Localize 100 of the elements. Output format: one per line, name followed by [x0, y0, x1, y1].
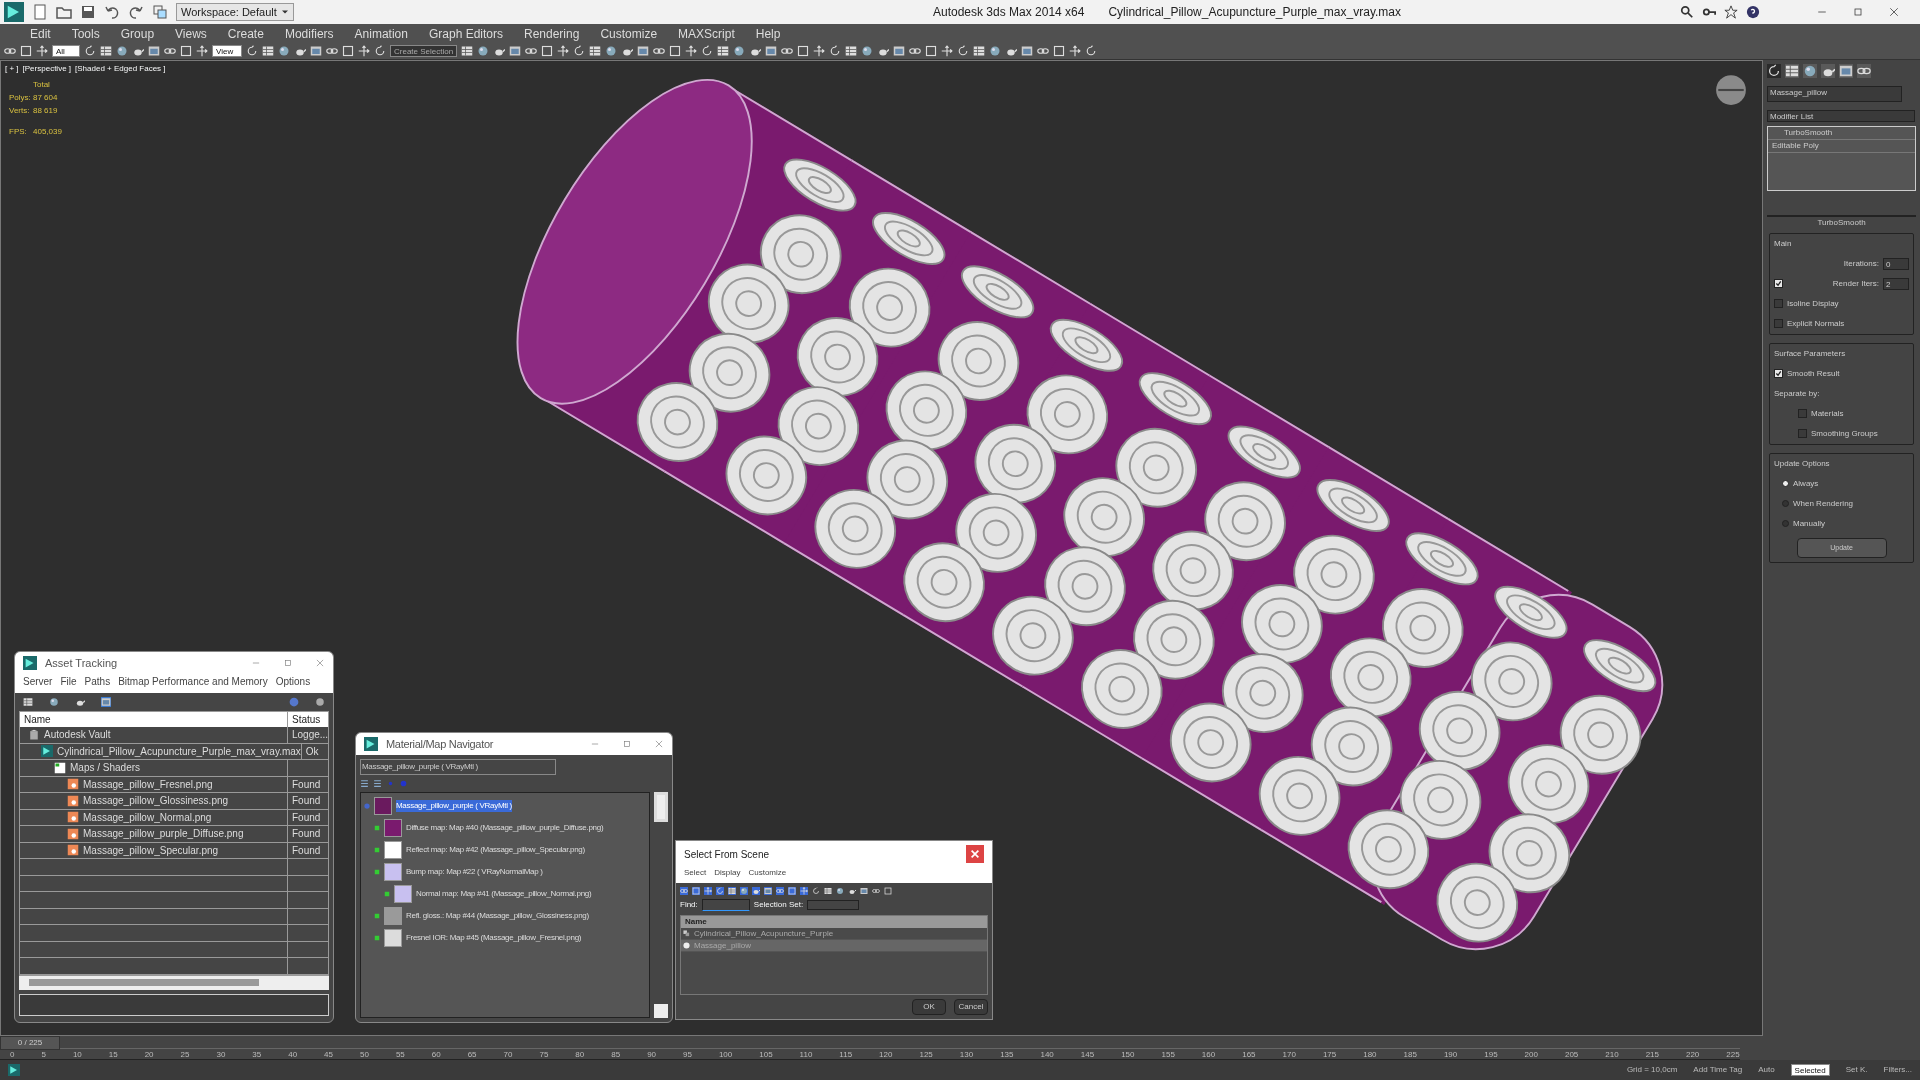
- checkbox[interactable]: [1798, 409, 1807, 419]
- checkbox[interactable]: [1774, 299, 1783, 309]
- rotate-icon[interactable]: [374, 45, 386, 58]
- sphere-icon[interactable]: [740, 887, 748, 895]
- window-icon[interactable]: [1021, 45, 1034, 58]
- spinner-field[interactable]: 2: [1883, 277, 1909, 290]
- link-icon[interactable]: [1857, 63, 1871, 78]
- window-icon[interactable]: [637, 45, 650, 58]
- material-tree-item[interactable]: Fresnel IOR: Map #45 (Massage_pillow_Fresnel.png): [406, 932, 582, 944]
- find-field[interactable]: [701, 899, 750, 911]
- rotate-icon[interactable]: [829, 45, 842, 58]
- grid-icon[interactable]: [100, 45, 112, 58]
- modifier-list-dropdown[interactable]: Modifier List: [1767, 109, 1915, 122]
- grid-icon[interactable]: [973, 45, 986, 58]
- window-icon[interactable]: [893, 45, 906, 58]
- move-arrows-icon[interactable]: [685, 45, 698, 58]
- grid-icon[interactable]: [23, 697, 33, 707]
- rotate-icon[interactable]: [701, 45, 714, 58]
- window-icon[interactable]: [765, 45, 778, 58]
- rotate-icon[interactable]: [957, 45, 970, 58]
- grid-icon[interactable]: [824, 887, 832, 895]
- move-arrows-icon[interactable]: [813, 45, 826, 58]
- window-icon[interactable]: [860, 887, 868, 895]
- menu-item[interactable]: Views: [175, 24, 207, 43]
- checkbox[interactable]: [1798, 429, 1807, 439]
- asset-name[interactable]: Massage_pillow_Fresnel.png: [83, 776, 213, 792]
- filters-button[interactable]: Filters...: [1883, 1064, 1912, 1076]
- material-tree-item[interactable]: Bump map: Map #22 ( VRayNormalMap ): [406, 866, 543, 878]
- move-arrows-icon[interactable]: [1069, 45, 1082, 58]
- rotate-icon[interactable]: [246, 45, 258, 58]
- menu-item[interactable]: File: [60, 674, 77, 689]
- workspace-dropdown[interactable]: Workspace: Default: [176, 2, 294, 21]
- window-icon[interactable]: [101, 697, 111, 707]
- radio-button[interactable]: [1782, 500, 1789, 508]
- link-icon[interactable]: [872, 887, 880, 895]
- square-icon[interactable]: [541, 45, 554, 58]
- rotate-icon[interactable]: [573, 45, 586, 58]
- checkbox[interactable]: [1774, 279, 1783, 289]
- teapot-icon[interactable]: [848, 887, 856, 895]
- dialog-button[interactable]: Cancel: [954, 999, 988, 1015]
- spinner-field[interactable]: 0: [1883, 257, 1909, 270]
- asset-name[interactable]: Massage_pillow_purple_Diffuse.png: [83, 826, 244, 842]
- menu-item[interactable]: Server: [23, 674, 53, 689]
- menu-item[interactable]: Edit: [30, 24, 51, 43]
- move-arrows-icon[interactable]: [941, 45, 954, 58]
- menu-item[interactable]: Animation: [354, 24, 408, 43]
- viewport-label[interactable]: [Shaded + Edged Faces ]: [75, 62, 166, 75]
- asset-name[interactable]: Autodesk Vault: [44, 727, 111, 743]
- square-icon[interactable]: [342, 45, 354, 58]
- square-icon[interactable]: [884, 887, 892, 895]
- grid-icon[interactable]: [845, 45, 858, 58]
- asset-name[interactable]: Cylindrical_Pillow_Acupuncture_Purple_max_vray.max: [57, 743, 301, 759]
- menu-item[interactable]: Create: [227, 24, 264, 43]
- square-icon[interactable]: [669, 45, 682, 58]
- column-header[interactable]: Status: [288, 712, 328, 727]
- window-icon[interactable]: [310, 45, 322, 58]
- teapot-icon[interactable]: [75, 697, 85, 707]
- sphere-icon[interactable]: [477, 45, 490, 58]
- asset-name[interactable]: Massage_pillow_Specular.png: [83, 842, 219, 858]
- grid-icon[interactable]: [1785, 63, 1799, 78]
- square-icon[interactable]: [797, 45, 810, 58]
- menu-item[interactable]: Graph Editors: [428, 24, 503, 43]
- grid-icon[interactable]: [589, 45, 602, 58]
- square-icon[interactable]: [180, 45, 192, 58]
- square-icon[interactable]: [20, 45, 32, 58]
- grid-icon[interactable]: [728, 887, 736, 895]
- column-header[interactable]: Name: [20, 712, 288, 727]
- menu-item[interactable]: Help: [755, 24, 781, 43]
- star-icon[interactable]: [1724, 4, 1738, 19]
- material-tree-item[interactable]: Diffuse map: Map #40 (Massage_pillow_purple_Diffuse.png): [406, 822, 604, 834]
- rollout-header[interactable]: TurboSmooth: [1767, 214, 1916, 229]
- scrollbar-thumb[interactable]: [654, 792, 668, 822]
- sphere-icon[interactable]: [49, 697, 59, 707]
- menu-item[interactable]: Paths: [84, 674, 111, 689]
- modifier-stack-item[interactable]: Editable Poly: [1768, 139, 1915, 153]
- close-icon[interactable]: [1888, 5, 1900, 18]
- list-icon[interactable]: [360, 779, 369, 788]
- set-key-button[interactable]: Set K.: [1845, 1064, 1868, 1076]
- scrollbar-thumb[interactable]: [29, 978, 259, 986]
- viewport-label[interactable]: [ + ]: [5, 62, 19, 75]
- search-icon[interactable]: [1680, 4, 1694, 19]
- move-arrows-icon[interactable]: [36, 45, 48, 58]
- selection-dropdown[interactable]: Selected: [1790, 1064, 1830, 1076]
- column-header[interactable]: Name: [681, 916, 987, 928]
- checkbox[interactable]: [1774, 369, 1783, 379]
- checkbox[interactable]: [1774, 319, 1783, 329]
- window-icon[interactable]: [764, 887, 772, 895]
- frame-slider[interactable]: 0 / 225: [0, 1036, 60, 1050]
- auto-key-button[interactable]: Auto: [1758, 1064, 1775, 1076]
- dropdown[interactable]: All: [52, 45, 80, 58]
- material-tree-item[interactable]: Normal map: Map #41 (Massage_pillow_Normal.png): [416, 888, 592, 900]
- menu-item[interactable]: Select: [684, 867, 707, 879]
- sphere-icon[interactable]: [605, 45, 618, 58]
- menu-item[interactable]: MAXScript: [678, 24, 735, 43]
- move-arrows-icon[interactable]: [800, 887, 808, 895]
- asset-name[interactable]: Massage_pillow_Glossiness.png: [83, 793, 229, 809]
- sphere-icon[interactable]: [733, 45, 746, 58]
- grid-icon[interactable]: [717, 45, 730, 58]
- material-tree-item[interactable]: Refl. gloss.: Map #44 (Massage_pillow_Glossiness.png): [406, 910, 589, 922]
- app-logo-icon[interactable]: [8, 1064, 20, 1076]
